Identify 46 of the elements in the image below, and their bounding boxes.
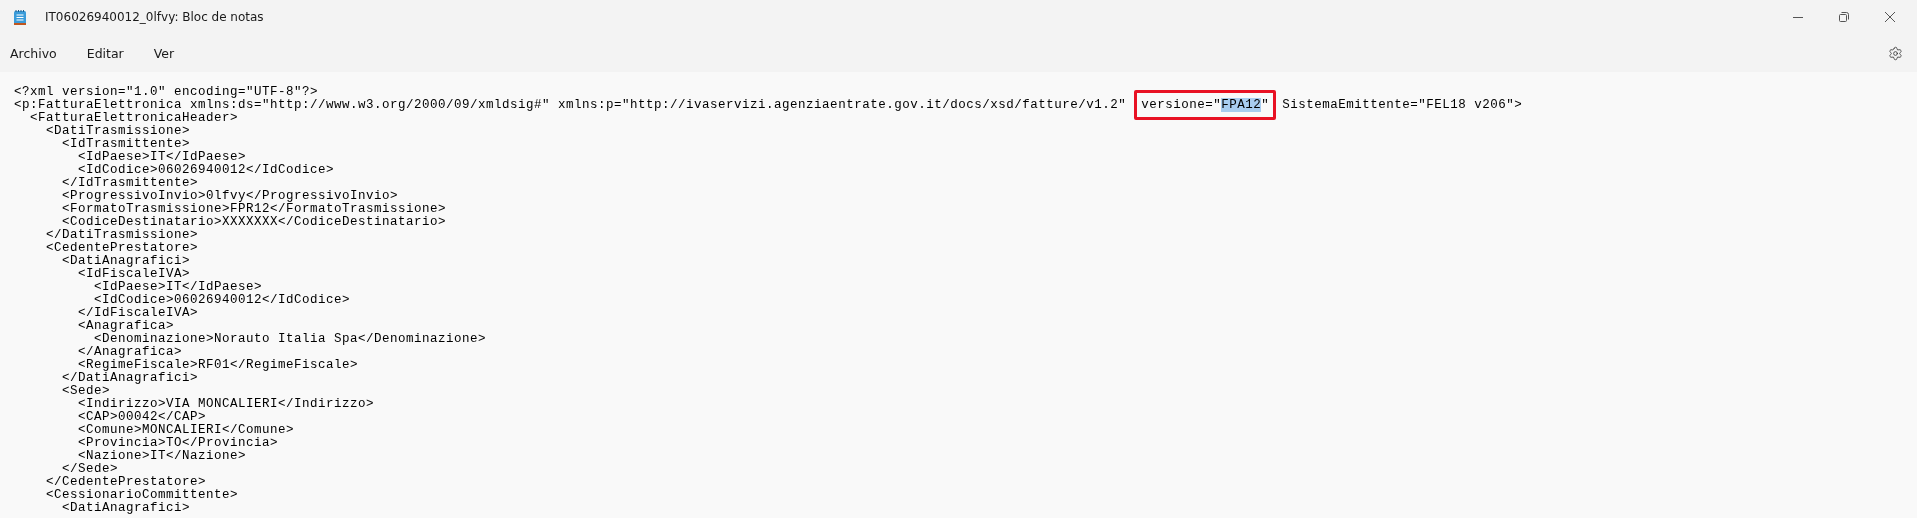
code-line: <CedentePrestatore> — [45, 242, 200, 255]
code-line: <ProgressivoInvio>0lfvy</ProgressivoInvio> — [61, 190, 399, 203]
settings-icon — [1888, 45, 1903, 61]
code-line: <RegimeFiscale>RF01</RegimeFiscale> — [78, 359, 360, 372]
window-title: IT06026940012_0lfvy: Bloc de notas — [45, 10, 264, 24]
code-line: <IdCodice>06026940012</IdCodice> — [93, 294, 352, 307]
code-line: </IdFiscaleIVA> — [77, 307, 200, 320]
code-line: <IdCodice>06026940012</IdCodice> — [77, 164, 336, 177]
code-line: <Denominazione>Norauto Italia Spa</Denominazione> — [94, 333, 488, 346]
code-line: <DatiTrasmissione> — [45, 125, 192, 138]
code-text: versione=" — [1141, 98, 1222, 112]
code-line: <FatturaElettronicaHeader> — [29, 112, 240, 125]
code-line: <CodiceDestinatario>XXXXXXX</CodiceDestinatario> — [61, 216, 448, 229]
code-line: <Nazione>IT</Nazione> — [77, 450, 248, 463]
code-line: <IdTrasmittente> — [61, 138, 192, 151]
code-line: </IdTrasmittente> — [61, 177, 200, 190]
code-line: </DatiAnagrafici> — [61, 372, 199, 385]
code-line: <Sede> — [61, 385, 111, 398]
code-line: <IdFiscaleIVA> — [78, 268, 192, 281]
code-text: SistemaEmittente="FEL18 v206"> — [1282, 98, 1523, 112]
notepad-icon — [13, 9, 27, 25]
code-line: <Provincia>TO</Provincia> — [77, 437, 280, 450]
restore-icon — [1839, 12, 1849, 22]
code-line: </Anagrafica> — [77, 346, 183, 359]
code-line: <?xml version="1.0" encoding="UTF-8"?> — [14, 86, 319, 99]
code-line: <Indirizzo>VIA MONCALIERI</Indirizzo> — [77, 398, 376, 411]
text-editor[interactable] — [0, 72, 1917, 518]
code-line: <IdPaese>IT</IdPaese> — [93, 281, 264, 294]
code-line: </DatiTrasmissione> — [45, 229, 200, 242]
menu-item[interactable]: Ver — [145, 39, 183, 67]
code-line: <CAP>00042</CAP> — [77, 411, 208, 424]
code-line: </CedentePrestatore> — [45, 476, 208, 489]
code-line: <Comune>MONCALIERI</Comune> — [77, 424, 296, 437]
selected-text: FPA12 — [1221, 98, 1262, 112]
code-line: <DatiAnagrafici> — [61, 255, 192, 268]
code-text: <p:FatturaElettronica xmlns:ds="http://www.w3.org/2000/09/xmldsig#" xmlns:p="http://ivaservizi.agenziaentrate.gov.it/docs/xsd/fatture/v1.2" — [14, 98, 1127, 112]
code-text: " — [1261, 98, 1270, 112]
code-line: <CessionarioCommittente> — [45, 489, 240, 502]
code-line: <FormatoTrasmissione>FPR12</FormatoTrasmissione> — [61, 203, 448, 216]
menu-item[interactable]: Editar — [78, 39, 132, 67]
code-line: </Sede> — [61, 463, 120, 476]
menu-item[interactable]: Archivo — [2, 39, 65, 67]
code-line: <IdPaese>IT</IdPaese> — [77, 151, 248, 164]
code-line: <Anagrafica> — [77, 320, 175, 333]
code-line: <DatiAnagrafici> — [61, 502, 192, 515]
close-icon — [1885, 12, 1895, 22]
